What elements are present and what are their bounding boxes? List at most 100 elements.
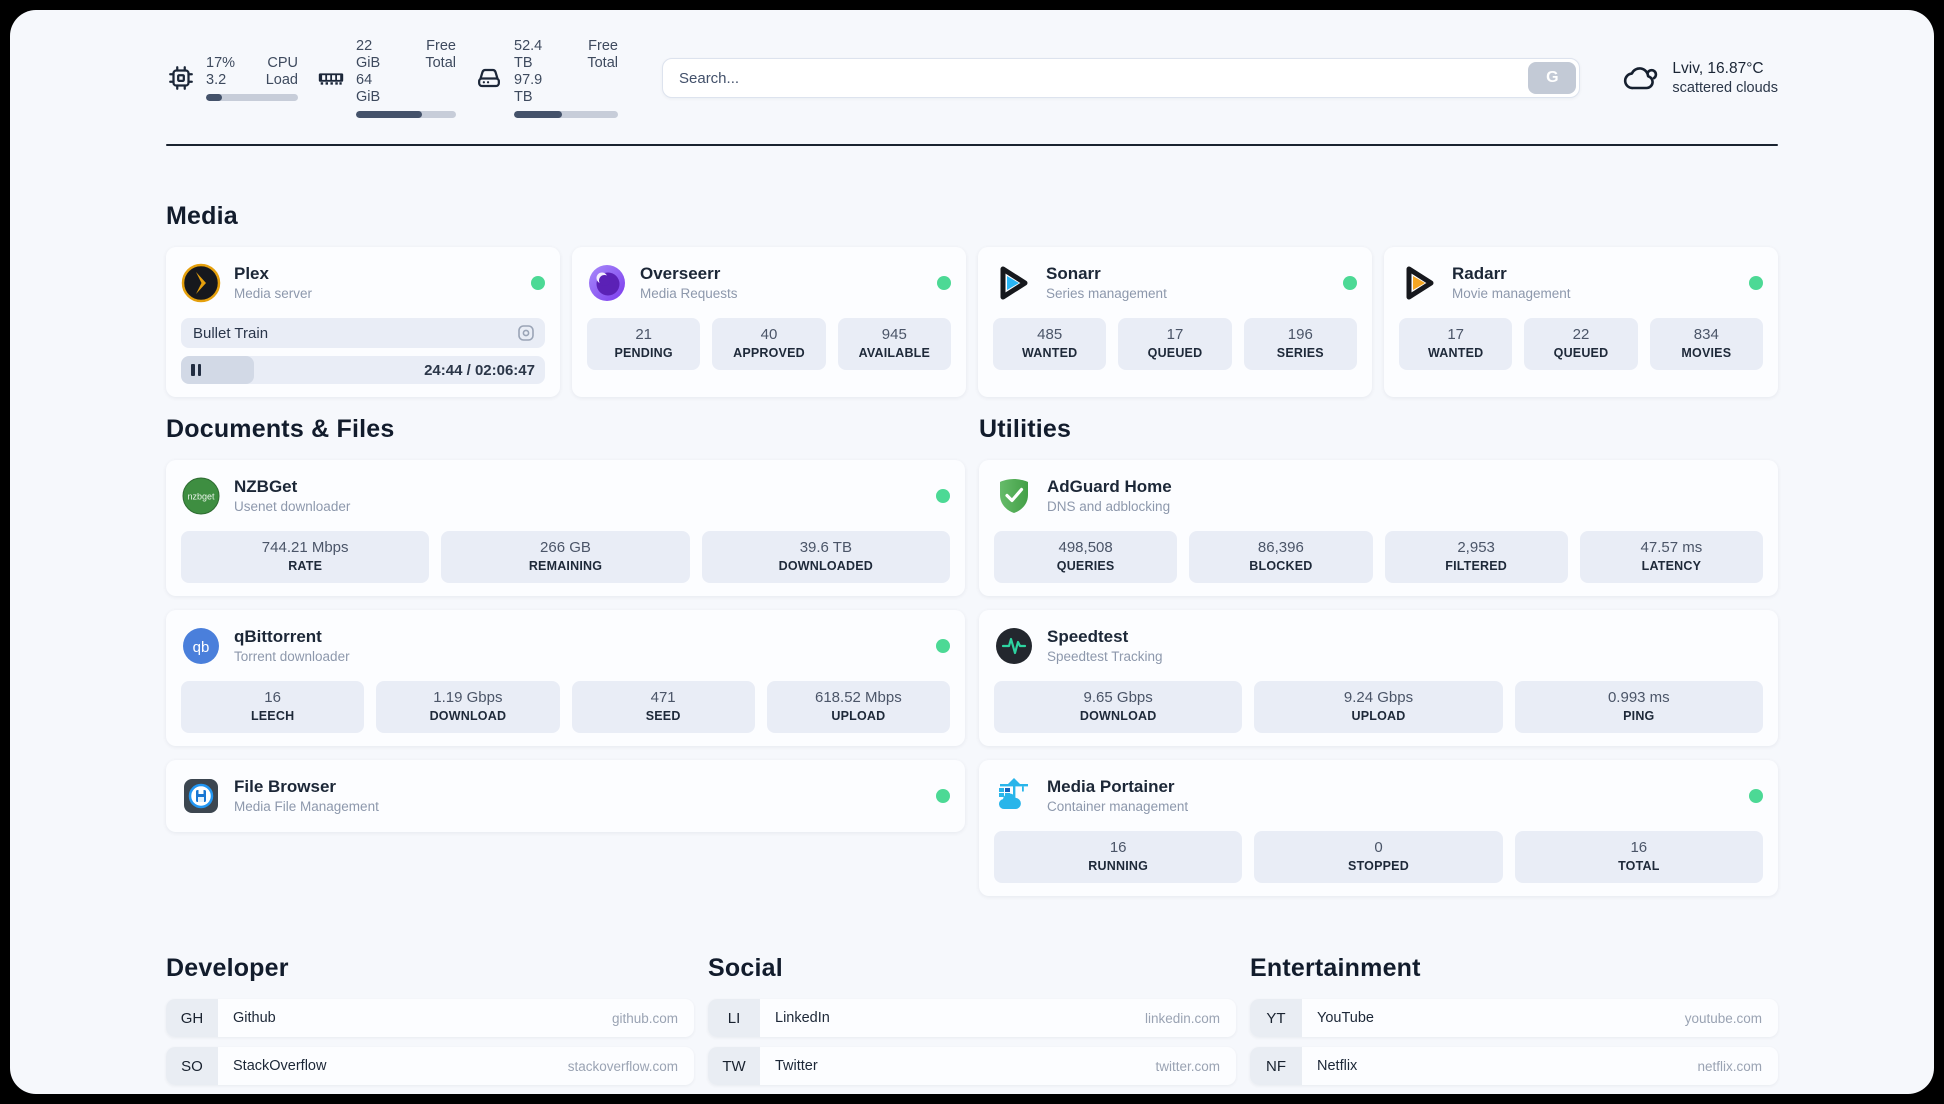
status-dot-online	[937, 276, 951, 290]
cpu-label-1: CPU	[267, 55, 298, 71]
service-name: Radarr	[1452, 264, 1507, 283]
cpu-icon	[169, 66, 193, 90]
service-desc: Torrent downloader	[234, 649, 350, 664]
service-card-sonarr[interactable]: Sonarr Series management 485 WANTED 17 Q…	[978, 247, 1372, 397]
stat-upload: 618.52 Mbps UPLOAD	[766, 681, 950, 733]
memory-widget: 22 GiB 64 GiB Free Total	[316, 38, 456, 118]
bookmark-name: YouTube	[1317, 1010, 1374, 1026]
status-dot-online	[936, 639, 950, 653]
service-card-adguard[interactable]: AdGuard Home DNS and adblocking 498,508 …	[979, 460, 1778, 596]
bookmark-twitter[interactable]: TW Twitter twitter.com	[708, 1047, 1236, 1085]
bookmark-name: Github	[233, 1010, 276, 1026]
nzbget-icon: nzbget	[182, 477, 220, 515]
service-desc: Series management	[1046, 286, 1167, 301]
svg-text:nzbget: nzbget	[187, 492, 215, 502]
search-provider-button[interactable]: G	[1528, 62, 1577, 94]
weather-location-temp: Lviv, 16.87°C	[1672, 60, 1764, 77]
now-playing-row: Bullet Train	[181, 318, 545, 348]
bookmark-name: StackOverflow	[233, 1058, 327, 1074]
bookmark-abbr: SO	[166, 1047, 218, 1085]
bookmark-url: linkedin.com	[1144, 1010, 1220, 1026]
section-title-media: Media	[166, 202, 238, 230]
bookmark-url: github.com	[611, 1010, 678, 1026]
now-playing-title: Bullet Train	[193, 324, 269, 342]
bookmark-url: youtube.com	[1684, 1010, 1762, 1026]
player-time: 24:44 / 02:06:47	[424, 361, 535, 379]
stat-series: 196 SERIES	[1243, 318, 1357, 370]
stat-stopped: 0 STOPPED	[1254, 831, 1503, 883]
pause-icon[interactable]	[191, 364, 201, 376]
service-card-plex[interactable]: Plex Media server Bullet Train 24:44 / 0…	[166, 247, 560, 397]
bookmark-stackoverflow[interactable]: SO StackOverflow stackoverflow.com	[166, 1047, 694, 1085]
stat-leech: 16 LEECH	[181, 681, 365, 733]
screen-frame: 17% 3.2 CPU Load 22 GiB 64 GiB Free Tota…	[0, 0, 1944, 1104]
service-desc: DNS and adblocking	[1047, 499, 1171, 514]
plex-icon	[181, 263, 221, 303]
disk-label-1: Free	[588, 38, 618, 54]
service-name: Media Portainer	[1047, 777, 1175, 796]
service-name: File Browser	[234, 777, 337, 796]
service-card-radarr[interactable]: Radarr Movie management 17 WANTED 22 QUE…	[1384, 247, 1778, 397]
stat-blocked: 86,396 BLOCKED	[1189, 531, 1373, 583]
bookmark-name: LinkedIn	[775, 1010, 830, 1026]
service-desc: Container management	[1047, 799, 1189, 814]
stat-remaining: 266 GB REMAINING	[441, 531, 690, 583]
bookmark-name: Netflix	[1317, 1058, 1358, 1074]
service-name: Speedtest	[1047, 627, 1129, 646]
service-desc: Usenet downloader	[234, 499, 351, 514]
bookmark-abbr: NF	[1250, 1047, 1302, 1085]
bookmark-abbr: YT	[1250, 999, 1302, 1037]
bookmark-github[interactable]: GH Github github.com	[166, 999, 694, 1037]
stat-filtered: 2,953 FILTERED	[1384, 531, 1568, 583]
section-title-developer: Developer	[166, 954, 289, 982]
search-container: G	[662, 58, 1581, 98]
bookmark-netflix[interactable]: NF Netflix netflix.com	[1250, 1047, 1778, 1085]
stat-ping: 0.993 ms PING	[1514, 681, 1763, 733]
weather-condition: scattered clouds	[1672, 80, 1778, 96]
status-dot-online	[936, 489, 950, 503]
memory-free: 22 GiB	[356, 38, 381, 71]
cpu-progressbar	[206, 94, 298, 101]
service-card-portainer[interactable]: Media Portainer Container management 16 …	[979, 760, 1778, 896]
service-name: Sonarr	[1046, 264, 1101, 283]
bookmark-abbr: LI	[708, 999, 760, 1037]
service-desc: Media server	[234, 286, 313, 301]
radarr-icon	[1406, 266, 1434, 300]
stat-seed: 471 SEED	[571, 681, 755, 733]
disk-label-2: Total	[587, 55, 618, 71]
service-card-overseerr[interactable]: Overseerr Media Requests 21 PENDING 40 A…	[572, 247, 966, 397]
status-dot-online	[1749, 276, 1763, 290]
dashboard-page: 17% 3.2 CPU Load 22 GiB 64 GiB Free Tota…	[10, 10, 1934, 1094]
disk-total: 97.9 TB	[514, 72, 543, 105]
bookmark-abbr: GH	[166, 999, 218, 1037]
stat-available: 945 AVAILABLE	[837, 318, 951, 370]
stat-pending: 21 PENDING	[587, 318, 701, 370]
service-card-filebrowser[interactable]: File Browser Media File Management	[166, 760, 965, 832]
stat-downloaded: 39.6 TB DOWNLOADED	[701, 531, 950, 583]
stat-movies: 834 MOVIES	[1649, 318, 1763, 370]
bookmark-url: twitter.com	[1155, 1058, 1220, 1074]
status-dot-online	[1749, 789, 1763, 803]
service-card-nzbget[interactable]: nzbget NZBGet Usenet downloader 744.21 M…	[166, 460, 965, 596]
bookmark-abbr: TW	[708, 1047, 760, 1085]
disk-widget: 52.4 TB 97.9 TB Free Total	[474, 38, 618, 118]
memory-label-2: Total	[425, 55, 456, 71]
cpu-loadavg: 3.2	[206, 72, 227, 88]
service-desc: Movie management	[1452, 286, 1571, 301]
search-input[interactable]	[662, 58, 1581, 98]
stat-running: 16 RUNNING	[994, 831, 1243, 883]
service-card-qbittorrent[interactable]: qb qBittorrent Torrent downloader 16 LEE…	[166, 610, 965, 746]
overseerr-icon	[589, 265, 625, 301]
section-title-social: Social	[708, 954, 783, 982]
svg-text:qb: qb	[193, 639, 210, 656]
service-card-speedtest[interactable]: Speedtest Speedtest Tracking 9.65 Gbps D…	[979, 610, 1778, 746]
bookmark-youtube[interactable]: YT YouTube youtube.com	[1250, 999, 1778, 1037]
disk-free: 52.4 TB	[514, 38, 543, 71]
memory-total: 64 GiB	[356, 72, 381, 105]
portainer-icon	[998, 778, 1028, 810]
bookmark-url: netflix.com	[1697, 1058, 1762, 1074]
bookmark-linkedin[interactable]: LI LinkedIn linkedin.com	[708, 999, 1236, 1037]
stat-latency: 47.57 ms LATENCY	[1579, 531, 1763, 583]
service-name: Overseerr	[640, 264, 721, 283]
stat-rate: 744.21 Mbps RATE	[181, 531, 430, 583]
